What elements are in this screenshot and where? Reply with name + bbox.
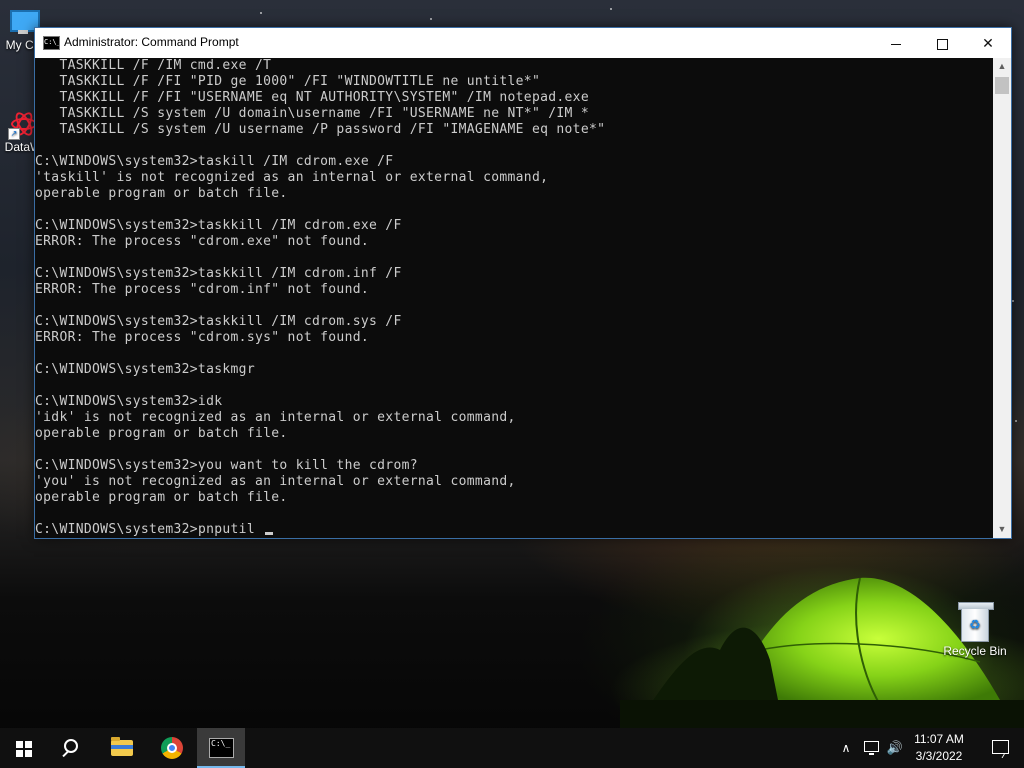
volume-icon[interactable]: 🔊: [884, 728, 906, 768]
taskbar-command-prompt[interactable]: C:\_: [197, 728, 245, 768]
text-cursor: [265, 532, 274, 535]
console-line: operable program or batch file.: [35, 426, 288, 441]
console-prompt: C:\WINDOWS\system32>: [35, 522, 198, 537]
close-icon: ✕: [982, 35, 994, 51]
file-explorer-icon: [111, 737, 133, 756]
clock-time: 11:07 AM: [914, 732, 964, 746]
maximize-icon: [936, 38, 948, 50]
console-line: TASKKILL /F /IM cmd.exe /T: [35, 58, 272, 73]
console-line: ERROR: The process "cdrom.sys" not found…: [35, 330, 370, 345]
console-line: 'taskill' is not recognized as an intern…: [35, 170, 549, 185]
command-prompt-window[interactable]: C:\_ Administrator: Command Prompt ✕ TAS…: [34, 27, 1012, 539]
taskbar: C:\_ ∧ 🔊 11:07 AM 3/3/2022: [0, 728, 1024, 768]
vertical-scrollbar[interactable]: ▲ ▼: [993, 58, 1011, 538]
search-button[interactable]: [48, 728, 96, 768]
taskbar-chrome[interactable]: [148, 728, 196, 768]
close-button[interactable]: ✕: [965, 28, 1011, 58]
start-button[interactable]: [0, 728, 48, 768]
console-line: ERROR: The process "cdrom.exe" not found…: [35, 234, 370, 249]
console-line: C:\WINDOWS\system32>taskkill /IM cdrom.e…: [35, 218, 402, 233]
console-line: 'idk' is not recognized as an internal o…: [35, 410, 516, 425]
action-center-button[interactable]: [978, 728, 1024, 768]
network-icon[interactable]: [860, 728, 882, 768]
taskbar-clock[interactable]: 11:07 AM 3/3/2022: [906, 731, 972, 765]
maximize-button[interactable]: [919, 28, 965, 58]
recycle-bin-icon: ♻: [958, 602, 994, 642]
command-prompt-icon: C:\_: [43, 36, 60, 50]
windows-logo-icon: [16, 741, 32, 757]
show-hidden-icons-chevron-icon[interactable]: ∧: [836, 728, 856, 768]
console-line: TASKKILL /S system /U domain\username /F…: [35, 106, 589, 121]
scroll-up-arrow-icon[interactable]: ▲: [993, 58, 1011, 75]
taskbar-file-explorer[interactable]: [98, 728, 146, 768]
console-line: TASKKILL /F /FI "USERNAME eq NT AUTHORIT…: [35, 90, 589, 105]
minimize-icon: [891, 43, 901, 45]
console-line: ERROR: The process "cdrom.inf" not found…: [35, 282, 370, 297]
console-line: C:\WINDOWS\system32>taskkill /IM cdrom.s…: [35, 314, 402, 329]
desktop-icon-recycle-bin[interactable]: ♻ Recycle Bin: [938, 602, 1012, 658]
scroll-thumb[interactable]: [995, 77, 1009, 94]
clock-date: 3/3/2022: [915, 749, 963, 763]
console-line: TASKKILL /F /FI "PID ge 1000" /FI "WINDO…: [35, 74, 541, 89]
console-line: C:\WINDOWS\system32>you want to kill the…: [35, 458, 418, 473]
console-input-line[interactable]: C:\WINDOWS\system32>pnputil: [35, 522, 993, 538]
desktop-icon-label: Recycle Bin: [943, 644, 1007, 658]
command-prompt-icon: C:\_: [209, 738, 234, 758]
console-output[interactable]: TASKKILL /F /IM cmd.exe /T TASKKILL /F /…: [35, 58, 993, 538]
window-title: Administrator: Command Prompt: [64, 35, 239, 49]
console-line: operable program or batch file.: [35, 186, 288, 201]
console-line: C:\WINDOWS\system32>taskill /IM cdrom.ex…: [35, 154, 394, 169]
notification-icon: [992, 740, 1009, 754]
console-line: C:\WINDOWS\system32>idk: [35, 394, 223, 409]
scroll-down-arrow-icon[interactable]: ▼: [993, 521, 1011, 538]
console-input[interactable]: pnputil: [198, 522, 263, 537]
console-line: 'you' is not recognized as an internal o…: [35, 474, 516, 489]
console-line: C:\WINDOWS\system32>taskmgr: [35, 362, 255, 377]
chrome-icon: [161, 737, 183, 759]
console-line: TASKKILL /S system /U username /P passwo…: [35, 122, 606, 137]
title-bar[interactable]: C:\_ Administrator: Command Prompt ✕: [35, 28, 1011, 58]
desktop: My Co ↗ DataW ♻ Recycle Bin C:\_ Adminis…: [0, 0, 1024, 768]
minimize-button[interactable]: [873, 28, 919, 58]
console-line: C:\WINDOWS\system32>taskkill /IM cdrom.i…: [35, 266, 402, 281]
console-line: operable program or batch file.: [35, 490, 288, 505]
